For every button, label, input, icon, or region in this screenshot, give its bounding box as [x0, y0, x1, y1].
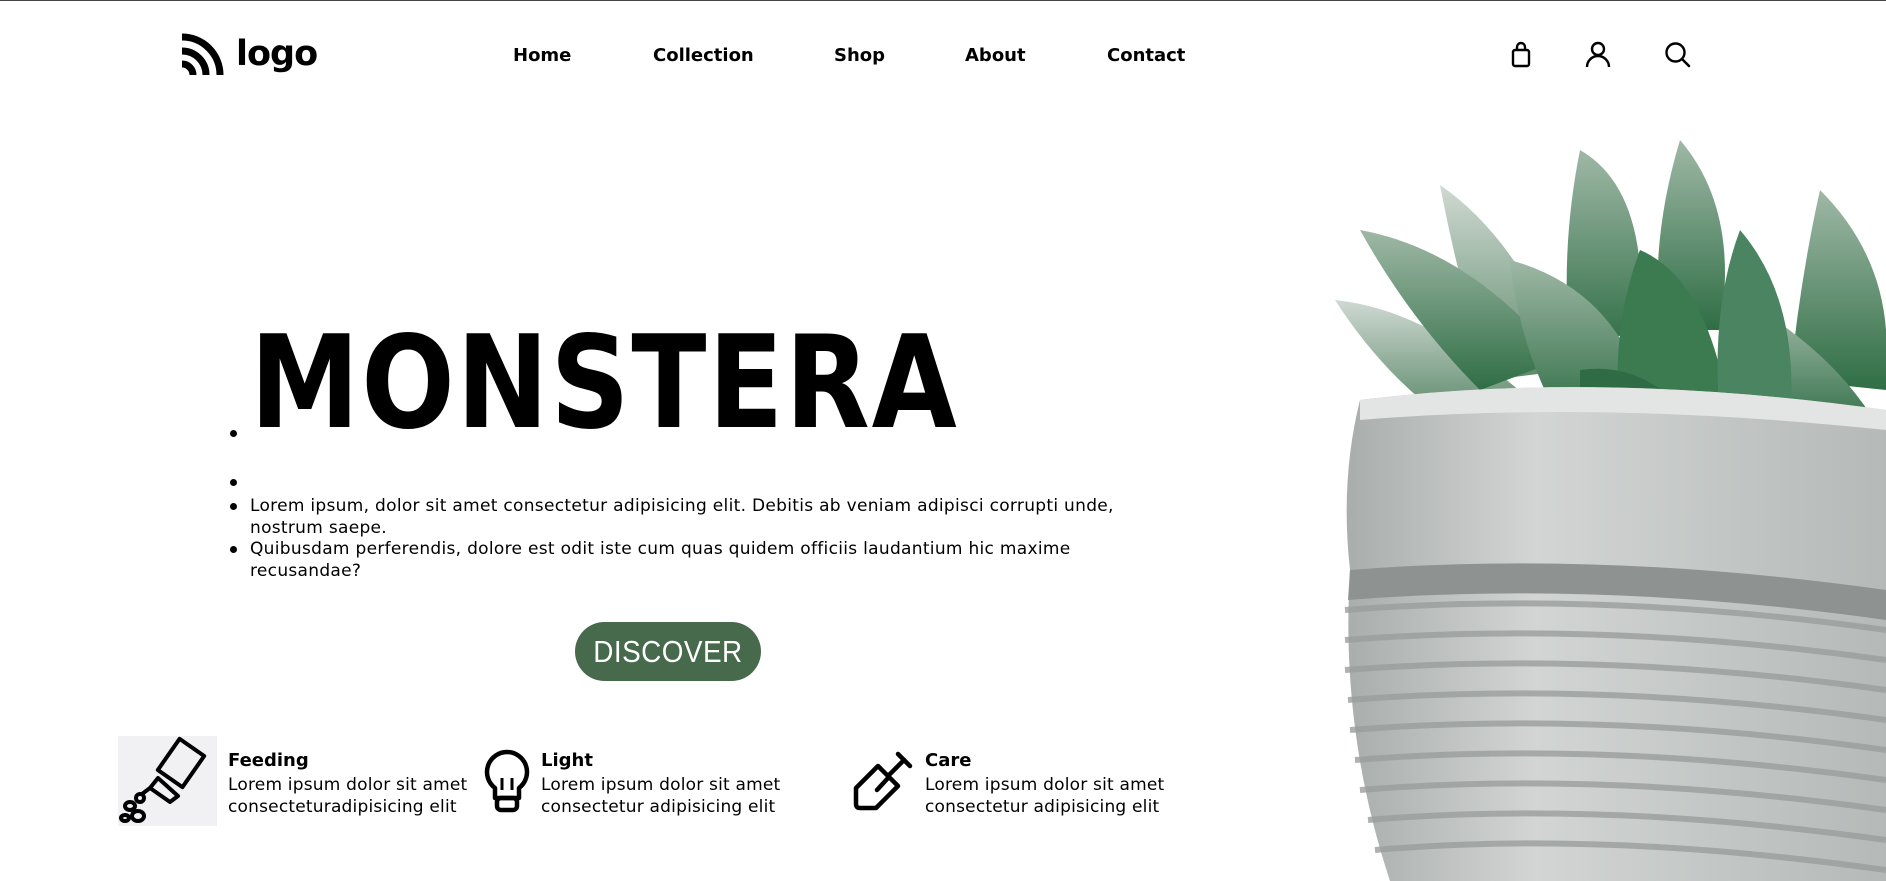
- hero-description-line: nostrum saepe.: [250, 518, 388, 538]
- feature-text-line: consectetur adipisicing elit: [541, 797, 776, 817]
- search-icon[interactable]: [1663, 40, 1691, 68]
- feature-text-line: Lorem ipsum dolor sit amet: [228, 775, 468, 795]
- nav-collection[interactable]: Collection: [653, 45, 754, 66]
- discover-button[interactable]: DISCOVER: [575, 622, 761, 681]
- feature-text-line: Lorem ipsum dolor sit amet: [925, 775, 1165, 795]
- succulent-pot-image: [1335, 140, 1886, 881]
- logo-text: logo: [236, 33, 318, 74]
- list-bullet: [230, 479, 237, 486]
- shopping-bag-icon[interactable]: [1507, 40, 1535, 68]
- feature-title-care: Care: [925, 750, 972, 771]
- feeding-icon-tile: [118, 736, 217, 826]
- top-border: [0, 0, 1886, 1]
- discover-button-label: DISCOVER: [593, 633, 743, 669]
- feature-text-line: Lorem ipsum dolor sit amet: [541, 775, 781, 795]
- nav-shop[interactable]: Shop: [834, 45, 885, 66]
- feature-text-line: consecteturadipisicing elit: [228, 797, 457, 817]
- watering-can-icon: [119, 736, 207, 823]
- logo-mark-icon: [181, 33, 224, 76]
- hero-title: MONSTERA: [250, 309, 959, 458]
- feature-title-light: Light: [541, 750, 593, 771]
- hero-description-line: Quibusdam perferendis, dolore est odit i…: [250, 539, 1071, 559]
- list-bullet: [230, 430, 237, 437]
- feature-title-feeding: Feeding: [228, 750, 309, 771]
- list-bullet: [230, 546, 237, 553]
- shovel-icon: [853, 751, 913, 811]
- hero-description-line: recusandae?: [250, 561, 362, 581]
- user-icon[interactable]: [1584, 40, 1612, 68]
- light-bulb-icon: [484, 749, 530, 813]
- nav-contact[interactable]: Contact: [1107, 45, 1185, 66]
- nav-home[interactable]: Home: [513, 45, 571, 66]
- hero-description-line: Lorem ipsum, dolor sit amet consectetur …: [250, 496, 1114, 516]
- nav-about[interactable]: About: [965, 45, 1026, 66]
- feature-text-line: consectetur adipisicing elit: [925, 797, 1160, 817]
- logo[interactable]: logo: [180, 31, 318, 77]
- list-bullet: [230, 503, 237, 510]
